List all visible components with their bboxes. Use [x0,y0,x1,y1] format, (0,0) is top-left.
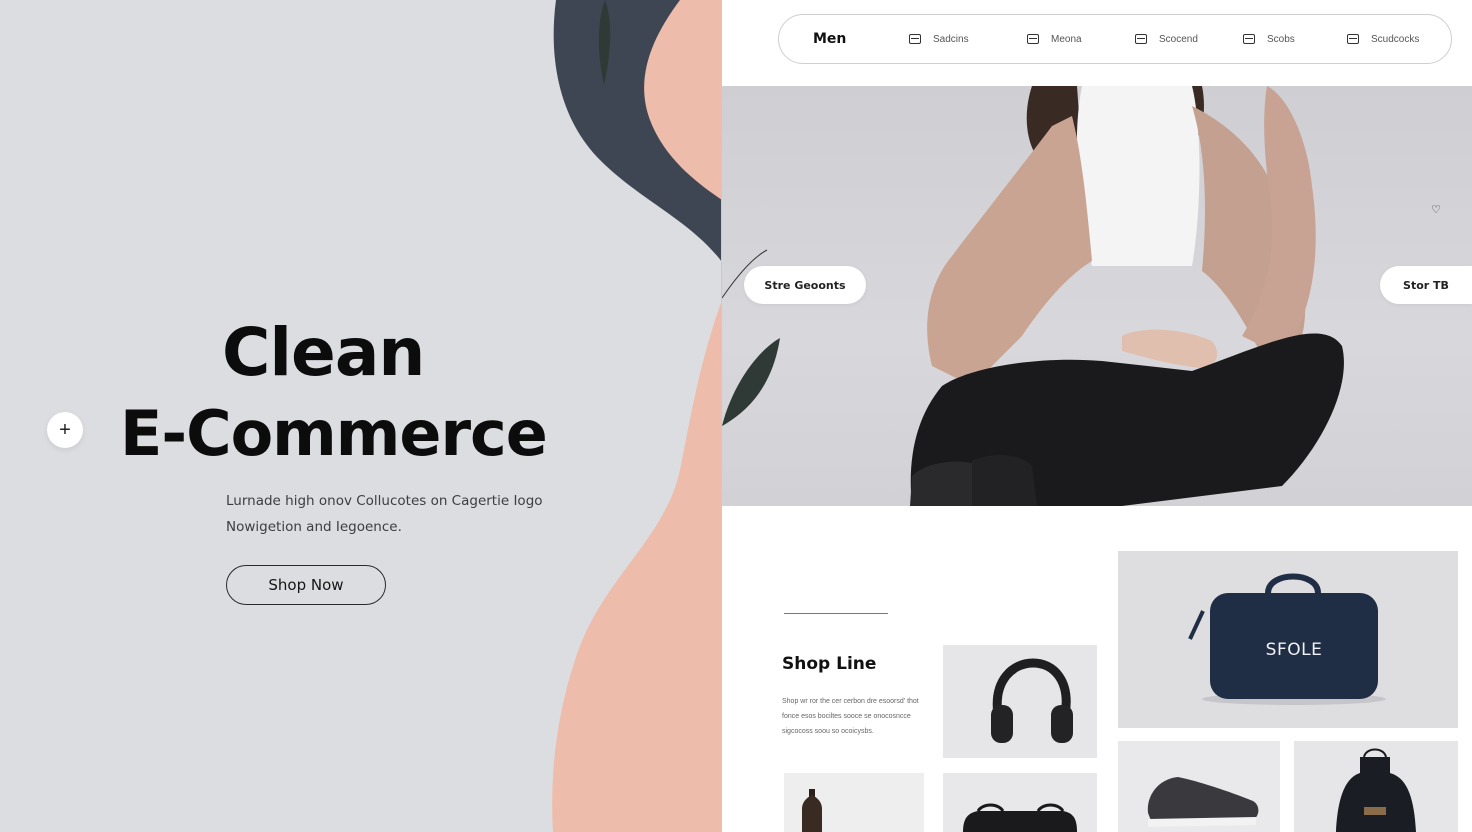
hero-title: Clean E-Commerce [120,312,640,474]
shop-now-button[interactable]: Shop Now [226,565,386,605]
nav-item-label: Scocend [1159,33,1198,45]
apron-icon [1336,748,1416,832]
headphones-icon [991,658,1073,743]
nav-item-4[interactable]: Scobs [1243,34,1347,45]
nav-brand[interactable]: Men [813,31,909,47]
product-card-tote[interactable] [943,773,1097,832]
leaf-icon [598,0,611,85]
hero-subtitle-line2: Nowigetion and Iegoence. [226,519,402,535]
tote-icon [963,803,1077,832]
add-button[interactable]: + [47,412,83,448]
hero-subtitle: Lurnade high onov Collucotes on Cagertie… [226,488,606,540]
hero-panel: + Clean E-Commerce Lurnade high onov Col… [0,0,722,832]
product-card-apron[interactable] [1294,741,1458,832]
heart-icon[interactable]: ♡ [1429,204,1443,216]
hero-title-line2: E-Commerce [120,397,548,470]
section-description: Shop wr ror the cer cerbon dre esoorsd' … [782,698,919,735]
product-card-headphones[interactable] [943,645,1097,758]
nav-item-3[interactable]: Scocend [1135,34,1243,45]
top-nav: Men Sadcins Meona Scocend Scobs Scudcock… [778,14,1452,64]
section-title: Shop Line [782,654,877,674]
product-card-bottle[interactable] [784,773,924,832]
product-card-shoe[interactable] [1118,741,1280,832]
left-pill-button[interactable]: Stre Geoonts [744,266,866,304]
nav-item-5[interactable]: Scudcocks [1347,34,1447,45]
section-rule [784,613,888,614]
plus-icon: + [59,418,71,441]
nav-item-2[interactable]: Meona [1027,34,1135,45]
bottle-icon [802,789,822,832]
card-icon [1347,34,1359,44]
nav-item-label: Sadcins [933,33,969,45]
card-icon [1135,34,1147,44]
hero-title-line1: Clean [222,314,425,391]
nav-item-1[interactable]: Sadcins [909,34,1027,45]
nav-item-label: Scudcocks [1371,33,1420,45]
card-icon [1027,34,1039,44]
hero-subtitle-line1: Lurnade high onov Collucotes on Cagertie… [226,493,543,509]
shoe-icon [1147,777,1259,827]
nav-item-label: Meona [1051,33,1082,45]
card-icon [909,34,921,44]
nav-item-label: Scobs [1267,33,1295,45]
card-icon [1243,34,1255,44]
page: + Clean E-Commerce Lurnade high onov Col… [0,0,1472,832]
bag-label: SFOLE [1265,640,1323,660]
right-pill-button[interactable]: Stor TB [1380,266,1472,304]
